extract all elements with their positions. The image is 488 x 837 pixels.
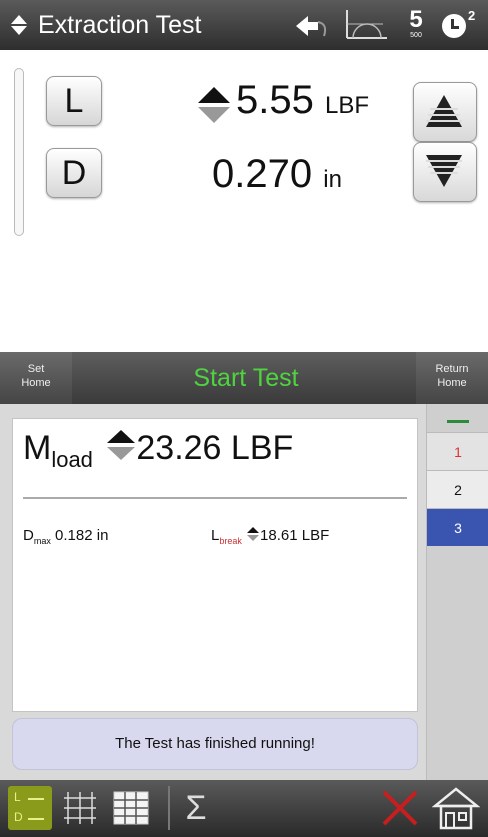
live-readout-panel: L 5.55 LBF D 0.270 in	[0, 50, 488, 352]
jog-down-icon	[426, 155, 462, 187]
tab-test-1[interactable]: 1	[427, 432, 488, 470]
jog-down-button[interactable]	[413, 142, 477, 202]
tab-grip-icon[interactable]	[447, 420, 469, 423]
action-bar: Set Home Start Test Return Home	[0, 352, 488, 404]
bottom-toolbar: L D Σ	[0, 780, 488, 837]
jog-up-icon	[426, 95, 462, 127]
distance-readout: 0.270 in	[212, 152, 342, 197]
sample-sub: 500	[410, 32, 422, 39]
clock-icon[interactable]: 2	[442, 8, 482, 42]
lbreak-subscript: break	[219, 536, 242, 546]
dmax-unit: in	[96, 527, 109, 544]
return-home-button[interactable]: Return Home	[416, 352, 488, 404]
dmax-subscript: max	[33, 536, 51, 546]
sample-rate-icon[interactable]: 5 500	[404, 8, 428, 42]
distance-value: 0.270	[212, 152, 313, 196]
start-test-button[interactable]: Start Test	[74, 352, 418, 404]
undo-icon[interactable]	[290, 8, 330, 42]
results-card: Mload 23.26 LBF Dmax 0.182 in Lbreak 18.…	[12, 418, 418, 712]
load-key-button[interactable]: L	[46, 76, 102, 126]
ld-top-label: L	[14, 790, 21, 804]
return-home-label-1: Return	[435, 363, 469, 375]
return-home-label-2: Home	[437, 377, 467, 389]
test-tabs: 1 2 3	[426, 404, 488, 780]
home-icon[interactable]	[432, 786, 480, 830]
app-title: Extraction Test	[38, 11, 202, 39]
max-load-readout: Mload 23.26 LBF	[23, 429, 293, 473]
grid-view-icon[interactable]	[60, 786, 100, 830]
set-home-label-2: Home	[21, 377, 51, 389]
lbreak-readout: Lbreak 18.61 LBF	[211, 527, 329, 546]
mload-symbol: M	[23, 429, 52, 467]
dmax-value: 0.182	[55, 527, 93, 544]
title-bar: Extraction Test 5 500 2	[0, 0, 488, 50]
cancel-x-icon[interactable]	[378, 786, 422, 830]
load-value: 5.55	[236, 78, 314, 122]
set-home-label-1: Set	[27, 363, 45, 375]
tab-test-2[interactable]: 2	[427, 470, 488, 508]
clock-superscript: 2	[468, 8, 476, 23]
lbreak-direction-icon	[247, 527, 260, 541]
results-panel: Mload 23.26 LBF Dmax 0.182 in Lbreak 18.…	[0, 404, 426, 780]
sigma-icon[interactable]: Σ	[176, 786, 216, 830]
graph-origin-icon[interactable]	[343, 8, 389, 42]
ld-bottom-label: D	[14, 810, 23, 824]
sample-digit: 5	[409, 6, 423, 33]
load-readout: 5.55 LBF	[236, 78, 369, 123]
status-message: The Test has finished running!	[12, 718, 418, 770]
mload-value: 23.26	[136, 429, 222, 467]
toolbar-divider	[168, 786, 170, 830]
dmax-symbol: D	[23, 527, 34, 544]
tab-test-3[interactable]: 3	[427, 508, 488, 546]
load-direction-icon	[198, 87, 230, 123]
jog-up-button[interactable]	[413, 82, 477, 142]
sort-caret-icon[interactable]	[10, 14, 28, 36]
mload-direction-icon	[107, 430, 136, 460]
table-view-icon[interactable]	[110, 786, 152, 830]
load-distance-view-icon[interactable]: L D	[8, 786, 52, 830]
dmax-readout: Dmax 0.182 in	[23, 527, 108, 546]
load-unit: LBF	[324, 92, 369, 119]
lbreak-value: 18.61	[260, 527, 298, 544]
mload-unit: LBF	[230, 429, 294, 467]
vertical-rail[interactable]	[14, 68, 24, 236]
mload-subscript: load	[51, 447, 93, 472]
results-divider	[23, 497, 407, 499]
lbreak-unit: LBF	[301, 527, 330, 544]
distance-unit: in	[323, 166, 342, 193]
set-home-button[interactable]: Set Home	[0, 352, 72, 404]
distance-key-button[interactable]: D	[46, 148, 102, 198]
